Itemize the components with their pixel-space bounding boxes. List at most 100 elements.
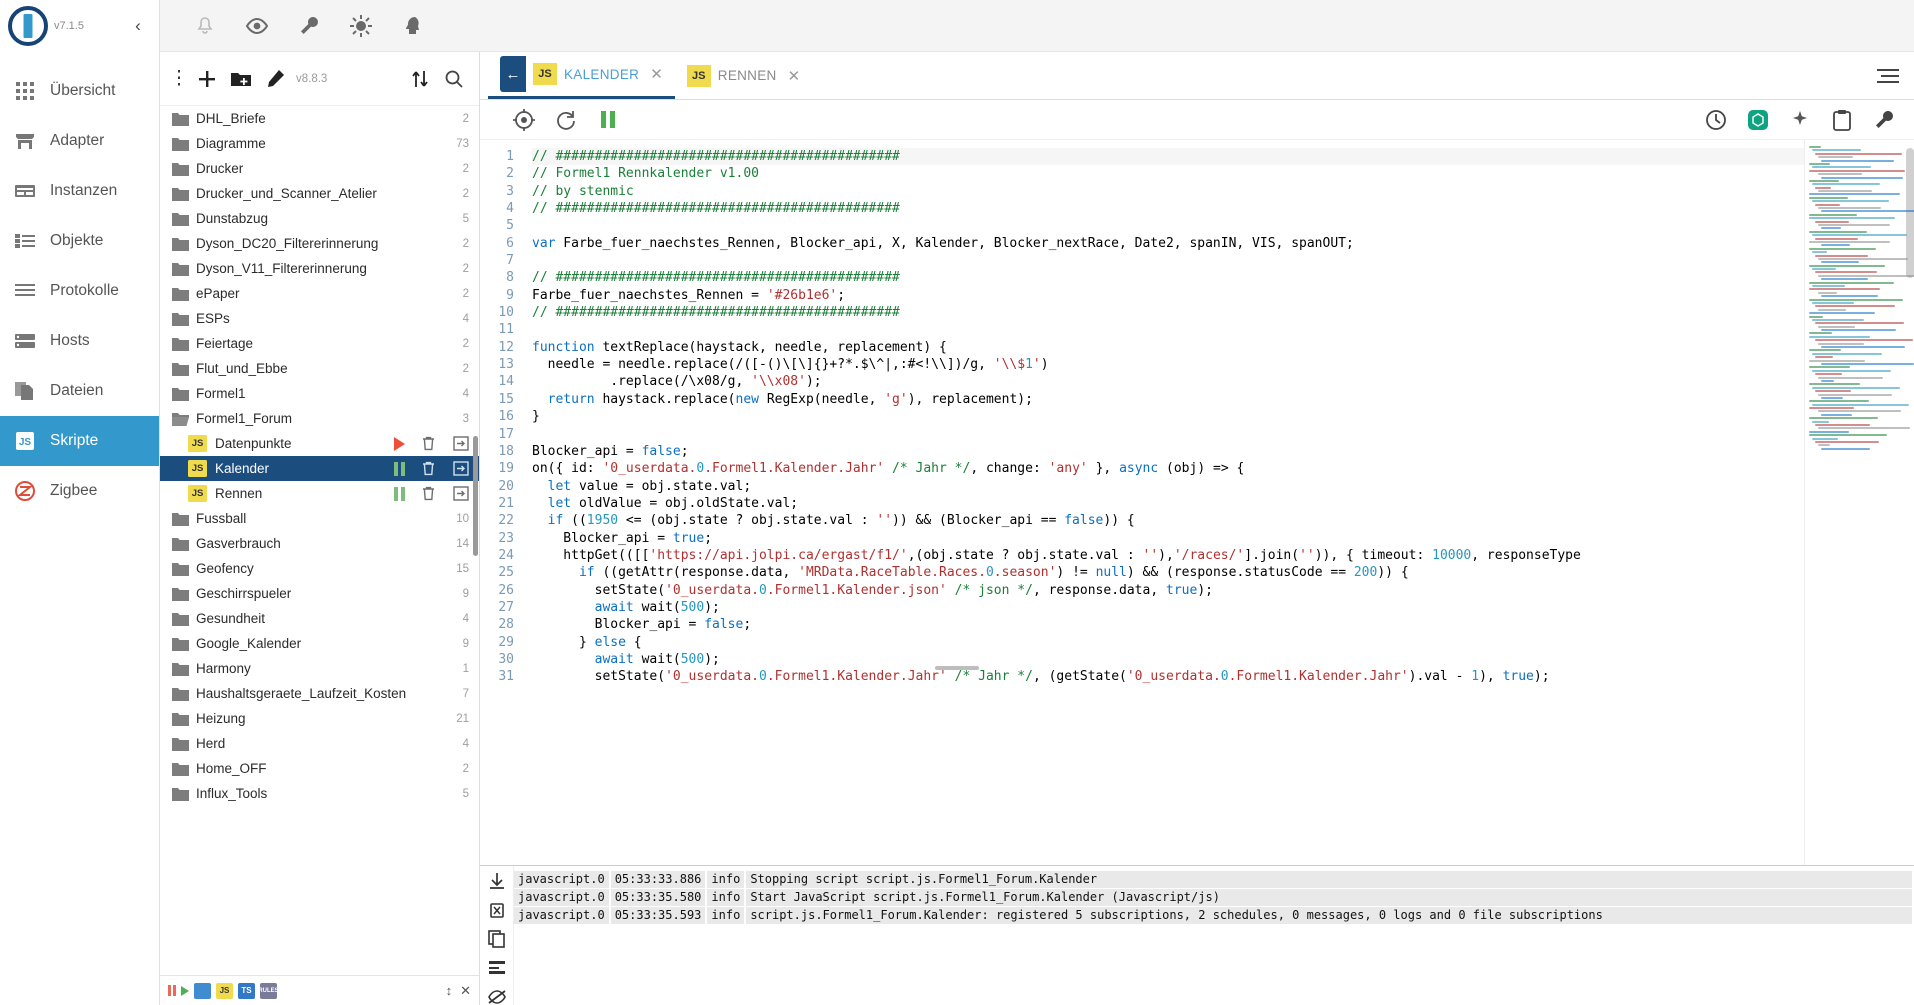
sidebar-item-adapter[interactable]: Adapter — [0, 116, 159, 166]
tree-folder-row[interactable]: Heizung 21 — [160, 706, 479, 731]
refresh-icon[interactable] — [554, 108, 578, 132]
export-icon[interactable] — [453, 460, 469, 477]
tree-folder-row[interactable]: DHL_Briefe 2 — [160, 106, 479, 131]
sidebar-item-protokolle[interactable]: Protokolle — [0, 266, 159, 316]
sidebar-item-hosts[interactable]: Hosts — [0, 316, 159, 366]
tree-folder-row[interactable]: Geschirrspueler 9 — [160, 581, 479, 606]
wrench-icon[interactable] — [1872, 108, 1896, 132]
export-icon[interactable] — [453, 435, 469, 452]
arrow-left-icon[interactable]: ← — [500, 56, 526, 92]
tree-folder-row[interactable]: Dunstabzug 5 — [160, 206, 479, 231]
sidebar-item-label: Objekte — [50, 232, 104, 249]
sidebar-item-zigbee[interactable]: Zigbee — [0, 466, 159, 516]
wrench-icon[interactable] — [296, 13, 322, 39]
clock-icon[interactable] — [1704, 108, 1728, 132]
tab-rennen[interactable]: JS RENNEN ✕ — [675, 52, 812, 99]
trash-icon[interactable] — [421, 461, 437, 477]
sort-icon[interactable] — [405, 64, 435, 94]
tree-script-row[interactable]: JS Datenpunkte — [160, 431, 479, 456]
code-content[interactable]: // #####################################… — [522, 140, 1804, 865]
trash-icon[interactable] — [421, 486, 437, 502]
editor-toolbar — [480, 100, 1914, 140]
tree-row-actions — [384, 435, 469, 452]
sidebar-item-objekte[interactable]: Objekte — [0, 216, 159, 266]
download-icon[interactable] — [486, 872, 508, 890]
tree-folder-row[interactable]: Feiertage 2 — [160, 331, 479, 356]
tree-folder-row[interactable]: Google_Kalender 9 — [160, 631, 479, 656]
tree-folder-row[interactable]: Diagramme 73 — [160, 131, 479, 156]
brightness-icon[interactable] — [348, 13, 374, 39]
tree-folder-row[interactable]: Drucker_und_Scanner_Atelier 2 — [160, 181, 479, 206]
console-resize-handle[interactable] — [935, 666, 979, 670]
tree-folder-row[interactable]: Formel1_Forum 3 — [160, 406, 479, 431]
tree-folder-row[interactable]: ESPs 4 — [160, 306, 479, 331]
hide-icon[interactable] — [486, 988, 508, 1005]
tree-folder-row[interactable]: Influx_Tools 5 — [160, 781, 479, 806]
tree-folder-row[interactable]: Gasverbrauch 14 — [160, 531, 479, 556]
pause-icon[interactable] — [394, 461, 405, 476]
tree-folder-row[interactable]: Home_OFF 2 — [160, 756, 479, 781]
sidebar-item-uebersicht[interactable]: Übersicht — [0, 66, 159, 116]
tree-script-row[interactable]: JS Rennen — [160, 481, 479, 506]
close-icon[interactable]: ✕ — [650, 65, 663, 83]
code-minimap[interactable] — [1804, 140, 1914, 865]
js-icon: JS — [533, 63, 557, 85]
chevron-updown-icon[interactable]: ↕ — [446, 983, 453, 999]
delete-log-icon[interactable] — [486, 901, 508, 919]
plus-icon[interactable] — [192, 64, 222, 94]
tree-folder-row[interactable]: ePaper 2 — [160, 281, 479, 306]
sidebar-item-label: Skripte — [50, 432, 99, 449]
more-vertical-icon[interactable]: ⋮ — [170, 64, 189, 94]
tree-folder-row[interactable]: Gesundheit 4 — [160, 606, 479, 631]
tree-row-label: Formel1 — [196, 386, 246, 401]
folder-icon — [172, 735, 189, 752]
folder-icon — [172, 260, 189, 277]
sparkle-icon[interactable] — [1788, 108, 1812, 132]
crosshair-icon[interactable] — [512, 108, 536, 132]
log-row: javascript.0 05:33:35.580 info Start JavaSc… — [514, 888, 1914, 906]
tree-folder-row[interactable]: Geofency 15 — [160, 556, 479, 581]
tree-script-row[interactable]: JS Kalender — [160, 456, 479, 481]
pause-icon[interactable] — [394, 486, 405, 501]
trash-icon[interactable] — [421, 436, 437, 452]
code-editor[interactable]: 1 2 3 4 5 6 7 8 9 10 11 12 13 14 15 16 17 18 19 20 21 22 23 24 2… — [480, 140, 1914, 865]
tree-folder-row[interactable]: Herd 4 — [160, 731, 479, 756]
sidebar-item-dateien[interactable]: Dateien — [0, 366, 159, 416]
tree-row-actions — [384, 485, 469, 502]
head-idea-icon[interactable] — [400, 13, 426, 39]
sidebar-item-instanzen[interactable]: Instanzen — [0, 166, 159, 216]
search-icon[interactable] — [439, 64, 469, 94]
tree-row-label: Geschirrspueler — [196, 586, 292, 601]
tree-scrollbar[interactable] — [473, 436, 478, 556]
folder-icon — [172, 785, 189, 802]
collapse-all-icon[interactable]: ✕ — [460, 983, 471, 999]
list-icon[interactable] — [486, 959, 508, 977]
tree-folder-row[interactable]: Haushaltsgeraete_Laufzeit_Kosten 7 — [160, 681, 479, 706]
tree-folder-row[interactable]: Flut_und_Ebbe 2 — [160, 356, 479, 381]
tab-kalender[interactable]: ← JS KALENDER ✕ — [488, 52, 675, 99]
tree-folder-row[interactable]: Dyson_DC20_Filtererinnerung 2 — [160, 231, 479, 256]
eye-icon[interactable] — [244, 13, 270, 39]
tree-folder-row[interactable]: Drucker 2 — [160, 156, 479, 181]
play-icon[interactable] — [394, 436, 405, 451]
close-icon[interactable]: ✕ — [788, 67, 801, 85]
tree-row-label: Fussball — [196, 511, 247, 526]
copy-icon[interactable] — [486, 930, 508, 948]
tree-folder-row[interactable]: Dyson_V11_Filtererinnerung 2 — [160, 256, 479, 281]
pencil-icon[interactable] — [260, 64, 290, 94]
pause-icon[interactable] — [596, 108, 620, 132]
sidebar-item-skripte[interactable]: JS Skripte — [0, 416, 159, 466]
tree-row-label: Gasverbrauch — [196, 536, 281, 551]
hamburger-icon[interactable] — [1876, 64, 1900, 88]
tree-folder-row[interactable]: Harmony 1 — [160, 656, 479, 681]
export-icon[interactable] — [453, 485, 469, 502]
script-tree-panel: ⋮ v8.8.3 DHL_Briefe 2 Diagramme 73 Drucker 2 D… — [160, 52, 480, 1005]
clipboard-icon[interactable] — [1830, 108, 1854, 132]
folder-plus-icon[interactable] — [226, 64, 256, 94]
tree-scroll-area[interactable]: DHL_Briefe 2 Diagramme 73 Drucker 2 Drucker_un… — [160, 106, 479, 975]
sidebar-collapse-button[interactable]: ‹ — [125, 13, 151, 39]
bell-icon[interactable] — [192, 13, 218, 39]
tree-folder-row[interactable]: Formel1 4 — [160, 381, 479, 406]
tree-folder-row[interactable]: Fussball 10 — [160, 506, 479, 531]
chatgpt-icon[interactable] — [1746, 108, 1770, 132]
